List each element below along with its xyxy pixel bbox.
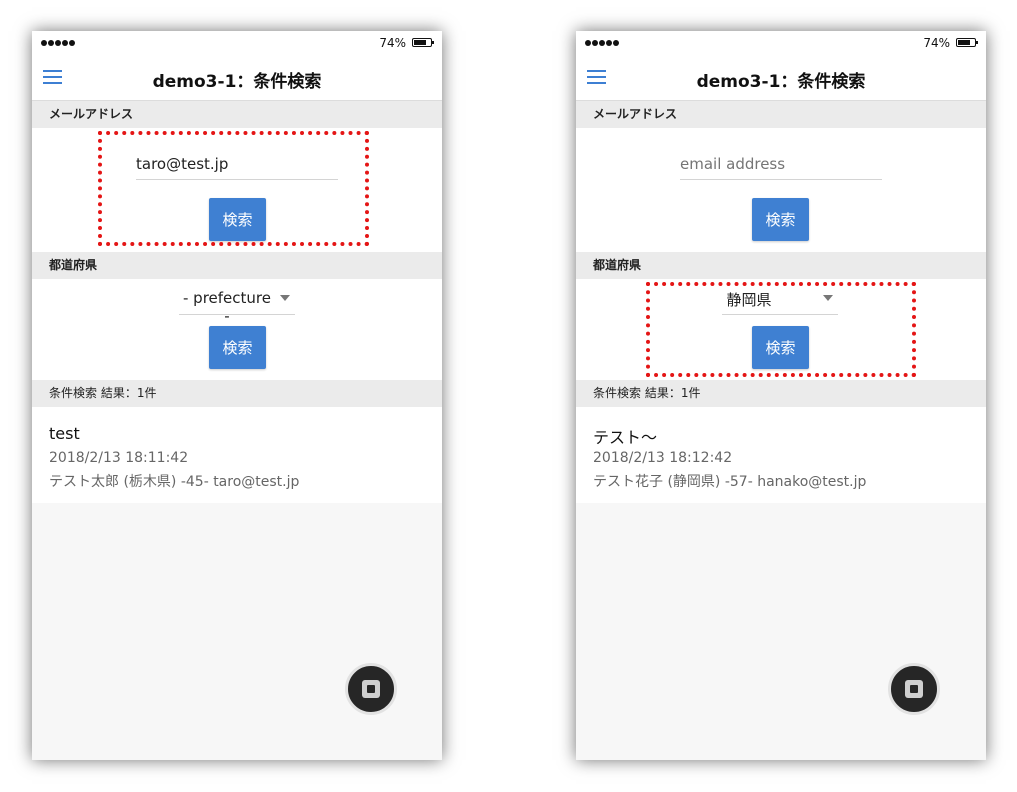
result-title: テスト〜	[593, 428, 658, 447]
prefecture-section-label: 都道府県	[576, 252, 986, 279]
result-title: test	[49, 424, 80, 443]
app-header: demo3-1：条件検索	[576, 55, 986, 101]
signal-icon	[585, 40, 619, 46]
stop-record-button[interactable]	[345, 663, 397, 715]
result-meta: テスト太郎 (栃木県) -45- taro@test.jp	[49, 474, 300, 490]
email-search-button[interactable]: 検索	[752, 198, 809, 241]
page-title: demo3-1：条件検索	[152, 72, 322, 92]
highlight-box-prefecture	[646, 282, 916, 377]
stop-icon	[905, 680, 923, 698]
phone-screen-left: 74% demo3-1：条件検索 メールアドレス 検索 都道府県 - prefe…	[32, 31, 442, 760]
screenshot-stage: 74% demo3-1：条件検索 メールアドレス 検索 都道府県 - prefe…	[0, 0, 1017, 792]
list-item[interactable]: テスト〜 2018/2/13 18:12:42 テスト花子 (静岡県) -57-…	[576, 407, 986, 503]
result-header: 条件検索 結果：1件	[32, 380, 442, 407]
status-bar: 74%	[32, 31, 442, 55]
result-meta: テスト花子 (静岡県) -57- hanako@test.jp	[593, 474, 867, 490]
battery-percentage: 74%	[923, 36, 950, 50]
stop-record-button[interactable]	[888, 663, 940, 715]
prefecture-section-label: 都道府県	[32, 252, 442, 279]
battery-icon	[956, 38, 978, 47]
email-section-label: メールアドレス	[576, 101, 986, 128]
result-date: 2018/2/13 18:11:42	[49, 450, 189, 466]
email-section-label: メールアドレス	[32, 101, 442, 128]
signal-icon	[41, 40, 75, 46]
prefecture-search-button[interactable]: 検索	[209, 326, 266, 369]
list-item[interactable]: test 2018/2/13 18:11:42 テスト太郎 (栃木県) -45-…	[32, 407, 442, 503]
stop-icon	[362, 680, 380, 698]
prefecture-select[interactable]: - prefecture -	[179, 283, 295, 325]
page-title: demo3-1：条件検索	[696, 72, 866, 92]
battery-icon	[412, 38, 434, 47]
result-date: 2018/2/13 18:12:42	[593, 450, 733, 466]
result-header: 条件検索 結果：1件	[576, 380, 986, 407]
highlight-box-email	[98, 131, 369, 246]
prefecture-select-value: - prefecture -	[183, 289, 271, 325]
email-input[interactable]	[680, 150, 882, 180]
status-bar: 74%	[576, 31, 986, 55]
phone-screen-right: 74% demo3-1：条件検索 メールアドレス 検索 都道府県 静岡県 検索 …	[576, 31, 986, 760]
battery-percentage: 74%	[379, 36, 406, 50]
app-header: demo3-1：条件検索	[32, 55, 442, 101]
chevron-down-icon	[280, 295, 290, 301]
